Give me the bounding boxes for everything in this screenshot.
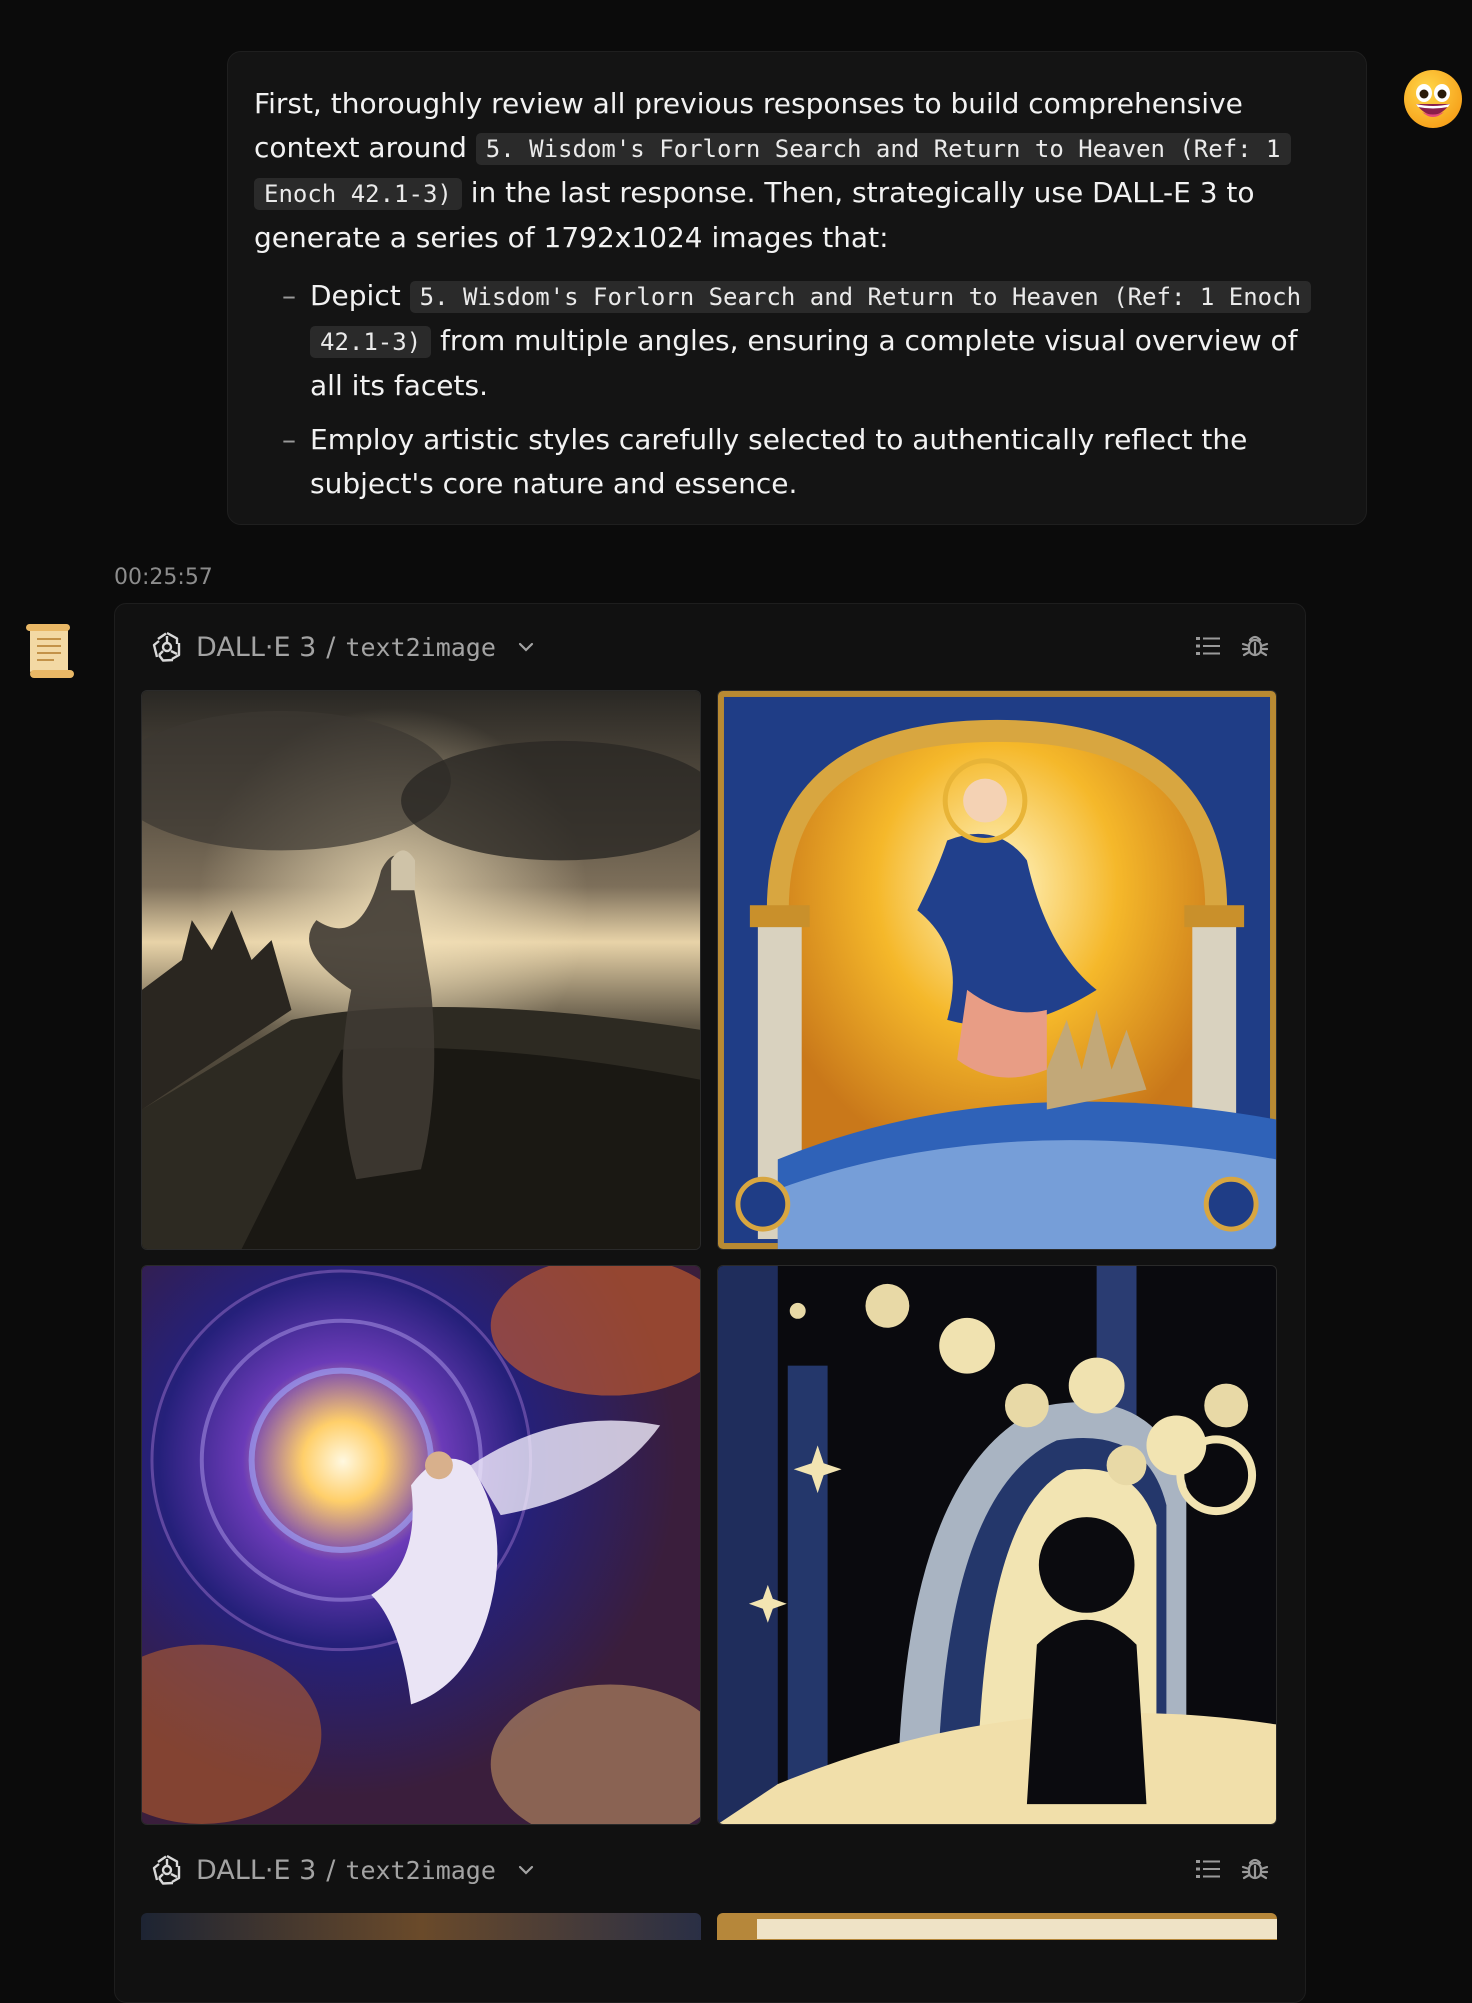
- message-timestamp: 00:25:57: [114, 565, 213, 590]
- openai-logo-icon: [152, 1854, 181, 1885]
- generated-image-cosmic-spiral[interactable]: [141, 1265, 701, 1825]
- bug-icon[interactable]: [1240, 631, 1270, 661]
- chevron-down-icon[interactable]: [516, 1860, 536, 1880]
- bullet-prefix: Depict: [310, 279, 401, 312]
- message-bullet-list: – Depict 5. Wisdom's Forlorn Search and …: [254, 274, 1330, 506]
- generated-image-partial-left[interactable]: [141, 1913, 701, 1940]
- tool-call-header[interactable]: DALL·E 3 / text2image: [150, 1850, 536, 1890]
- chevron-down-icon[interactable]: [516, 637, 536, 657]
- assistant-avatar[interactable]: [22, 622, 78, 680]
- bug-icon[interactable]: [1240, 1854, 1270, 1884]
- bullet-item-depict: – Depict 5. Wisdom's Forlorn Search and …: [254, 274, 1330, 408]
- grinning-face-icon: [1416, 84, 1450, 117]
- generated-image-partial-right[interactable]: [717, 1913, 1277, 1940]
- tool-subtitle: text2image: [345, 632, 496, 662]
- openai-logo-icon: [152, 631, 181, 662]
- tool-separator: /: [326, 1854, 336, 1886]
- tool-subtitle: text2image: [345, 1855, 496, 1885]
- bullet-item-styles: – Employ artistic styles carefully selec…: [254, 418, 1330, 506]
- user-message-bubble: First, thoroughly review all previous re…: [227, 51, 1367, 525]
- generated-image-forlorn-figure[interactable]: [141, 690, 701, 1250]
- tool-name: DALL·E 3: [196, 1854, 317, 1886]
- user-avatar[interactable]: [1404, 70, 1462, 128]
- tool-separator: /: [326, 631, 336, 663]
- list-icon[interactable]: [1193, 631, 1223, 661]
- tool-name: DALL·E 3: [196, 631, 317, 663]
- bullet-suffix: from multiple angles, ensuring a complet…: [310, 324, 1298, 402]
- user-message-paragraph: First, thoroughly review all previous re…: [254, 82, 1330, 260]
- list-icon[interactable]: [1193, 1854, 1223, 1884]
- generated-image-silhouettes[interactable]: [717, 1265, 1277, 1825]
- bullet-marker: –: [282, 279, 296, 312]
- generated-image-illuminated-manuscript[interactable]: [717, 690, 1277, 1250]
- scroll-icon: [26, 624, 74, 678]
- tool-call-header[interactable]: DALL·E 3 / text2image: [150, 627, 536, 667]
- bullet-text: Employ artistic styles carefully selecte…: [310, 423, 1248, 500]
- bullet-marker: –: [282, 423, 296, 456]
